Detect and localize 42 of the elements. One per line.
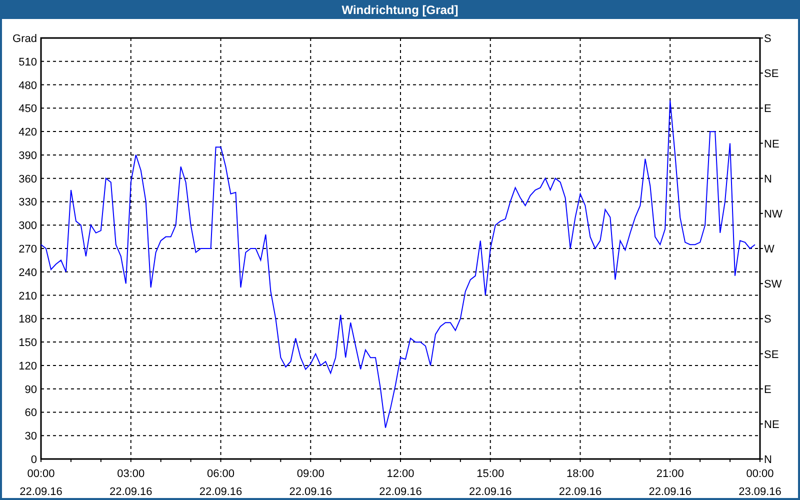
y-axis-label: 300: [18, 220, 37, 232]
x-axis-label: 12:00 22.09.16: [379, 468, 422, 498]
y-axis-label: 90: [24, 384, 37, 396]
y-axis-label: 30: [24, 430, 37, 443]
y-axis-label: 180: [18, 314, 37, 326]
compass-label: N: [764, 454, 772, 466]
x-axis-label: 03:00 22.09.16: [109, 468, 152, 498]
x-axis-label: 18:00 22.09.16: [558, 468, 602, 498]
compass-label: NE: [764, 138, 780, 150]
x-axis-label: 00:00 22.09.16: [20, 468, 62, 498]
y-axis-label: 480: [18, 80, 37, 92]
compass-label: NW: [764, 208, 782, 220]
y-axis-label: 0: [30, 454, 37, 466]
compass-label: SE: [764, 348, 779, 361]
x-axis-label: 06:00 22.09.16: [199, 468, 242, 498]
compass-label: E: [764, 384, 772, 396]
y-axis-label: 210: [18, 290, 37, 302]
y-axis-label: 240: [18, 266, 37, 279]
y-axis-label: 150: [18, 337, 37, 350]
y-axis-label: 360: [18, 173, 37, 186]
y-axis-label: 270: [18, 244, 37, 256]
y-axis-label: 420: [18, 126, 37, 139]
y-axis-label: 390: [18, 150, 37, 162]
compass-label: SE: [764, 68, 779, 80]
y-axis-label: 450: [18, 103, 37, 116]
y-axis-label: 60: [24, 407, 37, 420]
window-title: Windrichtung [Grad]: [342, 2, 458, 18]
compass-label: E: [764, 103, 772, 116]
compass-label: S: [764, 33, 772, 45]
compass-label: S: [764, 314, 772, 326]
x-axis-label: 00:00 23.09.16: [738, 468, 782, 498]
compass-label: W: [764, 244, 774, 256]
y-axis-label: 510: [18, 56, 37, 68]
y-axis-label: 120: [18, 360, 37, 372]
y-axis-title: Grad: [12, 33, 37, 45]
compass-label: N: [764, 173, 772, 186]
x-axis-label: 21:00 22.09.16: [648, 468, 692, 498]
x-axis-label: 15:00 22.09.16: [468, 468, 512, 498]
y-axis-label: 330: [18, 196, 37, 209]
compass-label: SW: [764, 278, 782, 291]
compass-label: NE: [764, 418, 780, 431]
x-axis-label: 09:00 22.09.16: [289, 468, 332, 498]
